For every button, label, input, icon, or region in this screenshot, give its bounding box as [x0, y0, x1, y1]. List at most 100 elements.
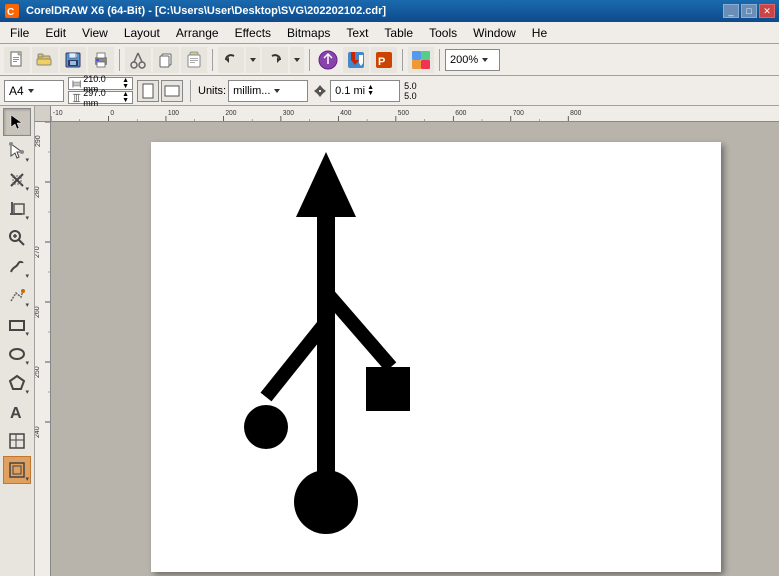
- new-button[interactable]: [4, 47, 30, 73]
- ellipse-tool[interactable]: [3, 340, 31, 368]
- coord2: 5.0: [404, 91, 417, 101]
- save-button[interactable]: [60, 47, 86, 73]
- menu-bitmaps[interactable]: Bitmaps: [279, 22, 338, 43]
- select-tool[interactable]: [3, 108, 31, 136]
- menu-text[interactable]: Text: [338, 22, 376, 43]
- ruler-h-svg: -10 0 100 200 300 400: [51, 106, 779, 122]
- svg-text:270: 270: [35, 246, 41, 258]
- svg-text:100: 100: [168, 110, 179, 117]
- redo-button[interactable]: [262, 47, 288, 73]
- coordinates: 5.0 5.0: [404, 81, 417, 101]
- height-arrows[interactable]: ▲▼: [122, 92, 129, 104]
- table-tool[interactable]: [3, 427, 31, 455]
- menu-file[interactable]: File: [2, 22, 37, 43]
- vertical-ruler: 290 280 270 260 250 240: [35, 122, 51, 576]
- menu-bar: File Edit View Layout Arrange Effects Bi…: [0, 22, 779, 44]
- drawing-canvas[interactable]: [51, 122, 779, 576]
- polygon-tool[interactable]: [3, 369, 31, 397]
- nudge-container: 0.1 mi ▲▼: [312, 80, 400, 102]
- coord1: 5.0: [404, 81, 417, 91]
- undo-button[interactable]: [218, 47, 244, 73]
- title-bar: C CorelDRAW X6 (64-Bit) - [C:\Users\User…: [0, 0, 779, 22]
- separator4: [402, 49, 403, 71]
- menu-effects[interactable]: Effects: [227, 22, 279, 43]
- menu-tools[interactable]: Tools: [421, 22, 465, 43]
- publish-button[interactable]: P: [371, 47, 397, 73]
- svg-text:0: 0: [110, 110, 114, 117]
- import-button[interactable]: [315, 47, 341, 73]
- svg-text:A: A: [10, 405, 22, 421]
- zoom-value: 200%: [450, 54, 478, 66]
- page-size-select[interactable]: A4: [4, 80, 64, 102]
- svg-text:400: 400: [340, 110, 351, 117]
- nudge-value: 0.1 mi: [335, 85, 365, 97]
- width-arrows[interactable]: ▲▼: [122, 78, 129, 90]
- shape-tool[interactable]: [3, 137, 31, 165]
- export-button[interactable]: [343, 47, 369, 73]
- units-select[interactable]: millim...: [228, 80, 308, 102]
- open-button[interactable]: [32, 47, 58, 73]
- print-button[interactable]: [88, 47, 114, 73]
- separator5: [439, 49, 440, 71]
- rectangle-tool[interactable]: [3, 311, 31, 339]
- title-text: CorelDRAW X6 (64-Bit) - [C:\Users\User\D…: [26, 5, 717, 17]
- units-value: millim...: [233, 85, 270, 97]
- svg-text:240: 240: [35, 426, 41, 438]
- page-size-value: A4: [9, 84, 24, 98]
- portrait-button[interactable]: [137, 80, 159, 102]
- menu-table[interactable]: Table: [376, 22, 421, 43]
- property-bar: A4 210.0 mm ▲▼ 297.0 mm ▲▼ Units: millim…: [0, 76, 779, 106]
- paste-button[interactable]: [181, 47, 207, 73]
- zoom-tool[interactable]: [3, 224, 31, 252]
- maximize-button[interactable]: □: [741, 4, 757, 18]
- smear-tool[interactable]: [3, 166, 31, 194]
- separator2: [212, 49, 213, 71]
- menu-window[interactable]: Window: [465, 22, 524, 43]
- cut-button[interactable]: [125, 47, 151, 73]
- landscape-button[interactable]: [161, 80, 183, 102]
- close-button[interactable]: ✕: [759, 4, 775, 18]
- menu-arrange[interactable]: Arrange: [168, 22, 227, 43]
- menu-layout[interactable]: Layout: [116, 22, 168, 43]
- height-value: 297.0 mm: [83, 88, 120, 108]
- connect-tool[interactable]: [3, 456, 31, 484]
- svg-text:290: 290: [35, 135, 42, 147]
- nudge-down[interactable]: ▼: [367, 91, 374, 97]
- svg-text:700: 700: [513, 110, 524, 117]
- width-down[interactable]: ▼: [122, 84, 129, 90]
- svg-text:280: 280: [35, 186, 41, 198]
- text-tool[interactable]: A: [3, 398, 31, 426]
- nudge-input[interactable]: 0.1 mi ▲▼: [330, 80, 400, 102]
- freehand-tool[interactable]: [3, 253, 31, 281]
- svg-text:250: 250: [35, 366, 41, 378]
- nudge-icon: [312, 83, 328, 99]
- height-down[interactable]: ▼: [122, 98, 129, 104]
- svg-text:500: 500: [398, 110, 409, 117]
- svg-text:-10: -10: [53, 110, 63, 117]
- smartdraw-tool[interactable]: [3, 282, 31, 310]
- svg-text:300: 300: [283, 110, 294, 117]
- page-canvas: [151, 142, 721, 572]
- svg-text:600: 600: [455, 110, 466, 117]
- corel-apps-button[interactable]: [408, 47, 434, 73]
- nudge-arrows[interactable]: ▲▼: [367, 85, 374, 97]
- menu-view[interactable]: View: [74, 22, 116, 43]
- crop-tool[interactable]: [3, 195, 31, 223]
- zoom-dropdown[interactable]: 200%: [445, 49, 500, 71]
- height-input[interactable]: 297.0 mm ▲▼: [68, 91, 133, 104]
- canvas-area: -10 0 100 200 300 400: [35, 106, 779, 576]
- main-area: A -10 0: [0, 106, 779, 576]
- svg-text:260: 260: [35, 306, 41, 318]
- menu-help[interactable]: He: [524, 22, 555, 43]
- undo-dropdown[interactable]: [246, 47, 260, 73]
- redo-dropdown[interactable]: [290, 47, 304, 73]
- copy-button[interactable]: [153, 47, 179, 73]
- separator1: [119, 49, 120, 71]
- horizontal-ruler: -10 0 100 200 300 400: [51, 106, 779, 122]
- menu-edit[interactable]: Edit: [37, 22, 74, 43]
- minimize-button[interactable]: _: [723, 4, 739, 18]
- main-toolbar: P 200%: [0, 44, 779, 76]
- ruler-corner: [35, 106, 51, 122]
- separator-tb2: [190, 80, 191, 102]
- toolbox: A: [0, 106, 35, 576]
